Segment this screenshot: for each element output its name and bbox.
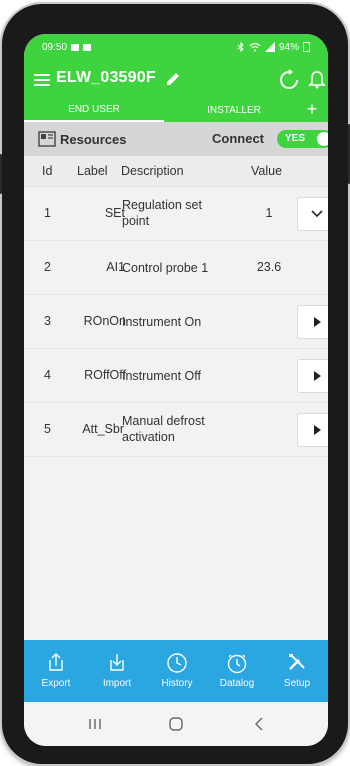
bottom-nav: Export Import History Datalog Setup — [24, 640, 328, 702]
toggle-knob — [317, 132, 328, 146]
connect-label: Connect — [212, 131, 264, 146]
device-name: ELW_03590F — [56, 69, 156, 86]
export-icon — [49, 653, 63, 671]
app-bar: ELW_03590F END USER INSTALLER + — [24, 60, 328, 122]
play-icon — [314, 371, 321, 381]
desc-line: Control probe 1 — [122, 261, 209, 275]
table-row: 1 SEt Regulation set point 1 — [24, 186, 328, 240]
row-label: ROffOff — [84, 368, 126, 382]
table-header: Id Label Description Value — [24, 156, 328, 186]
datalog-icon — [227, 654, 247, 674]
header-id: Id — [42, 164, 53, 178]
home-button[interactable] — [161, 714, 191, 734]
empty-area — [24, 456, 328, 641]
row-description: Regulation set point — [122, 197, 222, 229]
refresh-icon[interactable] — [278, 69, 300, 91]
battery-percentage: 94% — [278, 41, 299, 53]
home-icon — [169, 717, 183, 731]
table-row: 4 ROffOff Instrument Off — [24, 348, 328, 402]
row-description: Control probe 1 — [122, 260, 222, 276]
nav-label: Setup — [283, 678, 311, 689]
play-icon — [314, 317, 321, 327]
table-row: 3 ROnOn Instrument On — [24, 294, 328, 348]
header-label: Label — [77, 164, 108, 178]
history-icon — [167, 653, 187, 673]
row-id: 1 — [44, 206, 51, 220]
status-right: 94% — [237, 42, 310, 53]
nav-label: Export — [41, 678, 71, 689]
wifi-icon — [249, 42, 261, 52]
phone-frame: 09:50 94% ELW_03590F END USER INSTALLER … — [0, 4, 350, 764]
header-value: Value — [251, 164, 283, 178]
row-description: Instrument On — [122, 314, 222, 330]
power-button — [0, 154, 2, 194]
resources-bar: Resources Connect YES — [24, 122, 328, 156]
desc-line: Instrument Off — [122, 369, 201, 383]
recent-apps-icon — [89, 719, 101, 729]
resources-title: Resources — [60, 131, 127, 147]
table-row: 2 AI1 Control probe 1 23.6 — [24, 240, 328, 294]
execute-button[interactable] — [297, 305, 328, 339]
import-icon — [110, 654, 124, 671]
connect-toggle[interactable]: YES — [277, 130, 328, 148]
menu-icon[interactable] — [34, 74, 50, 86]
chevron-down-icon — [311, 210, 323, 218]
nav-history[interactable]: History — [147, 640, 207, 702]
row-description: Instrument Off — [122, 368, 222, 384]
back-icon — [255, 717, 263, 731]
tab-end-user[interactable]: END USER — [24, 98, 164, 122]
nav-setup[interactable]: Setup — [267, 640, 327, 702]
row-value: 23.6 — [256, 260, 282, 274]
row-label: Att_Sbr — [82, 422, 124, 436]
bell-icon[interactable] — [308, 69, 326, 89]
row-id: 2 — [44, 260, 51, 274]
row-description: Manual defrost activation — [122, 413, 222, 445]
back-button[interactable] — [244, 714, 274, 734]
nav-export[interactable]: Export — [26, 640, 86, 702]
row-id: 5 — [44, 422, 51, 436]
add-tab-button[interactable]: + — [304, 100, 320, 118]
header-description: Description — [121, 164, 184, 178]
play-icon — [314, 425, 321, 435]
system-nav-bar — [24, 702, 328, 746]
row-label: ROnOn — [83, 314, 126, 328]
app-screen: 09:50 94% ELW_03590F END USER INSTALLER … — [24, 34, 328, 746]
notification-icon — [83, 43, 92, 51]
toggle-text: YES — [285, 133, 306, 144]
desc-line: Manual defrost — [122, 414, 205, 428]
nav-label: Import — [102, 678, 132, 689]
edit-value-button[interactable] — [297, 197, 328, 231]
execute-button[interactable] — [297, 413, 328, 447]
desc-line: Instrument On — [122, 315, 202, 329]
desc-line: Regulation set — [122, 198, 202, 212]
battery-icon — [303, 42, 310, 52]
nav-label: Datalog — [219, 678, 255, 689]
row-value: 1 — [265, 206, 273, 220]
notification-icon — [71, 43, 80, 51]
table-row: 5 Att_Sbr Manual defrost activation — [24, 402, 328, 456]
pencil-icon[interactable] — [164, 70, 182, 88]
tab-installer[interactable]: INSTALLER — [164, 98, 304, 122]
status-left: 09:50 — [42, 41, 92, 53]
tools-icon — [289, 654, 305, 670]
row-id: 4 — [44, 368, 51, 382]
tab-bar: END USER INSTALLER + — [24, 98, 328, 122]
execute-button[interactable] — [297, 359, 328, 393]
desc-line: point — [122, 214, 150, 228]
resources-icon — [38, 131, 56, 147]
nav-import[interactable]: Import — [87, 640, 147, 702]
status-bar: 09:50 94% — [24, 34, 328, 60]
status-time: 09:50 — [42, 41, 68, 53]
nav-datalog[interactable]: Datalog — [207, 640, 267, 702]
recent-apps-button[interactable] — [80, 714, 110, 734]
signal-icon — [264, 42, 275, 52]
row-id: 3 — [44, 314, 51, 328]
nav-label: History — [161, 678, 193, 689]
desc-line: activation — [122, 430, 175, 444]
bluetooth-icon — [237, 42, 244, 52]
